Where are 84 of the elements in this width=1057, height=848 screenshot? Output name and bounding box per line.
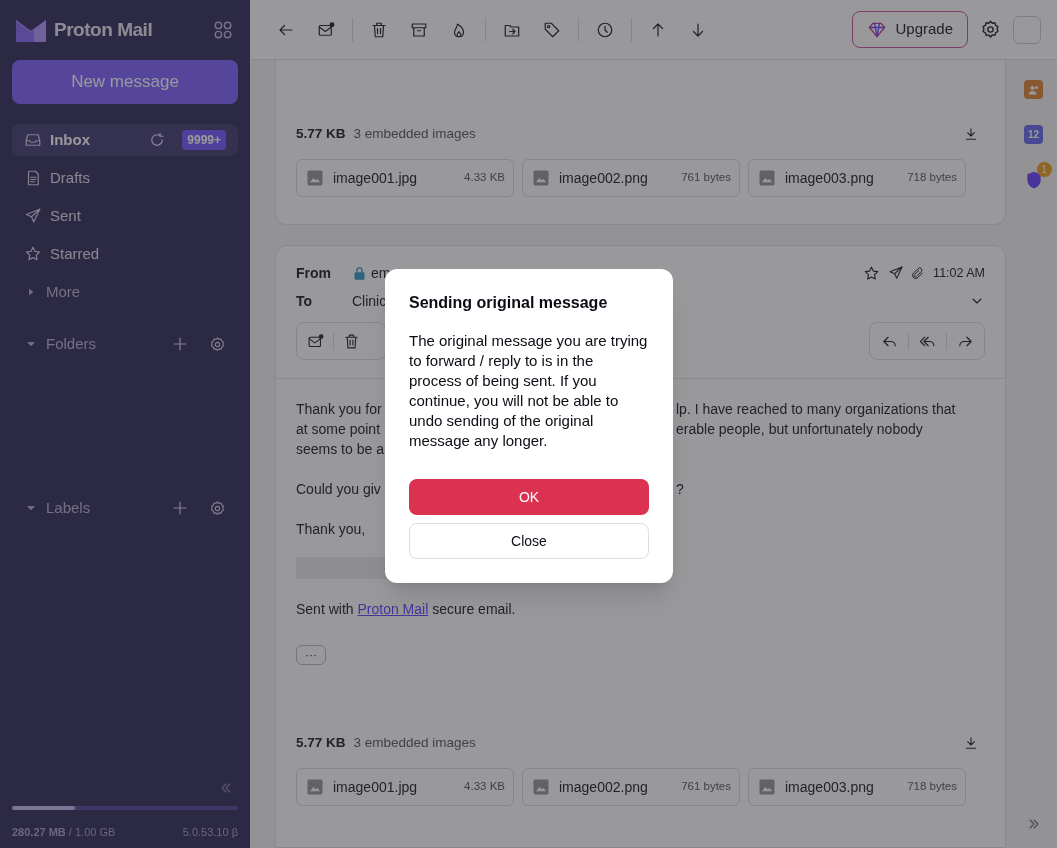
file-size: 761 bytes bbox=[681, 170, 731, 186]
file-name: image003.png bbox=[785, 777, 875, 797]
tag-icon[interactable] bbox=[543, 20, 561, 39]
lock-icon bbox=[352, 265, 367, 281]
download-icon[interactable] bbox=[963, 126, 979, 142]
attachment-card[interactable]: image003.png 718 bytes bbox=[748, 768, 966, 806]
unread-count: 9999+ bbox=[182, 130, 226, 150]
refresh-icon[interactable] bbox=[148, 131, 167, 149]
body-text: Thank you for bbox=[296, 401, 382, 417]
recipient-name: Clinic bbox=[352, 291, 387, 311]
file-size: 718 bytes bbox=[907, 779, 957, 795]
from-label: From bbox=[296, 263, 332, 283]
sidebar-item[interactable]: Inbox 9999+ bbox=[12, 124, 238, 156]
file-name: image001.jpg bbox=[333, 777, 419, 797]
body-text: erable people, but unfortunately nobody bbox=[676, 420, 923, 439]
apps-grid-icon[interactable] bbox=[212, 19, 234, 41]
show-more-button[interactable]: ··· bbox=[296, 645, 326, 665]
file-name: image001.jpg bbox=[333, 168, 419, 188]
clock-icon[interactable] bbox=[596, 20, 614, 39]
version-label: 5.0.53.10 β bbox=[182, 824, 238, 840]
image-icon bbox=[757, 777, 777, 797]
settings-icon[interactable] bbox=[209, 499, 226, 517]
trash-icon[interactable] bbox=[370, 20, 388, 39]
file-name: image002.png bbox=[559, 777, 649, 797]
message-time: 11:02 AM bbox=[933, 264, 985, 282]
body-text: at some point bbox=[296, 421, 381, 437]
settings-icon[interactable] bbox=[209, 335, 226, 353]
settings-icon[interactable] bbox=[980, 19, 1001, 40]
section-header[interactable]: Folders bbox=[12, 328, 238, 360]
inbox-icon bbox=[24, 131, 42, 149]
upgrade-button[interactable]: Upgrade bbox=[852, 11, 968, 48]
attachment-size: 5.77 KB bbox=[296, 733, 346, 752]
attachment-card[interactable]: image002.png 761 bytes bbox=[522, 768, 740, 806]
attachment-summary: 3 embedded images bbox=[353, 733, 477, 752]
paper-plane-icon bbox=[888, 265, 905, 281]
new-message-button[interactable]: New message bbox=[12, 60, 238, 104]
file-size: 718 bytes bbox=[907, 170, 957, 186]
image-icon bbox=[531, 777, 551, 797]
calendar-app-icon[interactable]: 12 bbox=[1024, 125, 1043, 144]
attachment-card[interactable]: image003.png 718 bytes bbox=[748, 159, 966, 197]
proton-mail-link[interactable]: Proton Mail bbox=[357, 601, 429, 617]
close-button[interactable]: Close bbox=[409, 523, 649, 559]
image-icon bbox=[305, 777, 325, 797]
trash-icon[interactable] bbox=[343, 332, 360, 350]
to-label: To bbox=[296, 291, 314, 311]
archive-icon[interactable] bbox=[410, 20, 428, 39]
brand-name: Proton Mail bbox=[54, 17, 153, 42]
envelope-icon[interactable] bbox=[317, 20, 335, 39]
dialog-message: The original message you are trying to forward / reply to is in the process of being sent. If you continue, you will not be able to undo sending of the original message any longer. bbox=[409, 331, 649, 451]
file-name: image002.png bbox=[559, 168, 649, 188]
file-size: 4.33 KB bbox=[464, 170, 505, 186]
body-text: Thank you, bbox=[296, 521, 366, 537]
sidebar-item[interactable]: Drafts bbox=[12, 162, 238, 194]
attachment-card[interactable]: image001.jpg 4.33 KB bbox=[296, 159, 514, 197]
body-text: Could you giv bbox=[296, 481, 381, 497]
paperclip-icon bbox=[910, 265, 926, 281]
image-icon bbox=[757, 168, 777, 188]
ok-button[interactable]: OK bbox=[409, 479, 649, 515]
attachment-size: 5.77 KB bbox=[296, 124, 346, 143]
notification-badge: 1 bbox=[1036, 162, 1052, 177]
attachment-summary: 3 embedded images bbox=[353, 124, 477, 143]
file-size: 4.33 KB bbox=[464, 779, 505, 795]
storage-usage: 280.27 MB / 1.00 GB bbox=[12, 824, 116, 840]
image-icon bbox=[305, 168, 325, 188]
download-icon[interactable] bbox=[963, 735, 979, 751]
body-text: ? bbox=[676, 480, 684, 499]
envelope-icon[interactable] bbox=[306, 332, 324, 350]
star-icon bbox=[24, 245, 42, 263]
file-size: 761 bytes bbox=[681, 779, 731, 795]
star-icon[interactable] bbox=[863, 264, 881, 282]
image-icon bbox=[531, 168, 551, 188]
attachment-card[interactable]: image001.jpg 4.33 KB bbox=[296, 768, 514, 806]
body-text: lp. I have reached to many organizations that bbox=[676, 400, 956, 419]
body-text: seems to be a bbox=[296, 441, 384, 457]
section-header[interactable]: Labels bbox=[12, 492, 238, 524]
signature-text: Sent with Proton Mail secure email. bbox=[296, 600, 517, 619]
attachment-card[interactable]: image002.png 761 bytes bbox=[522, 159, 740, 197]
sidebar-item[interactable]: Starred bbox=[12, 238, 238, 270]
paper-plane-icon bbox=[24, 207, 42, 225]
sidebar-item[interactable]: More bbox=[12, 276, 238, 308]
sidebar-item[interactable]: Sent bbox=[12, 200, 238, 232]
logo-icon bbox=[16, 18, 46, 42]
dialog-title: Sending original message bbox=[409, 293, 609, 313]
file-name: image003.png bbox=[785, 168, 875, 188]
